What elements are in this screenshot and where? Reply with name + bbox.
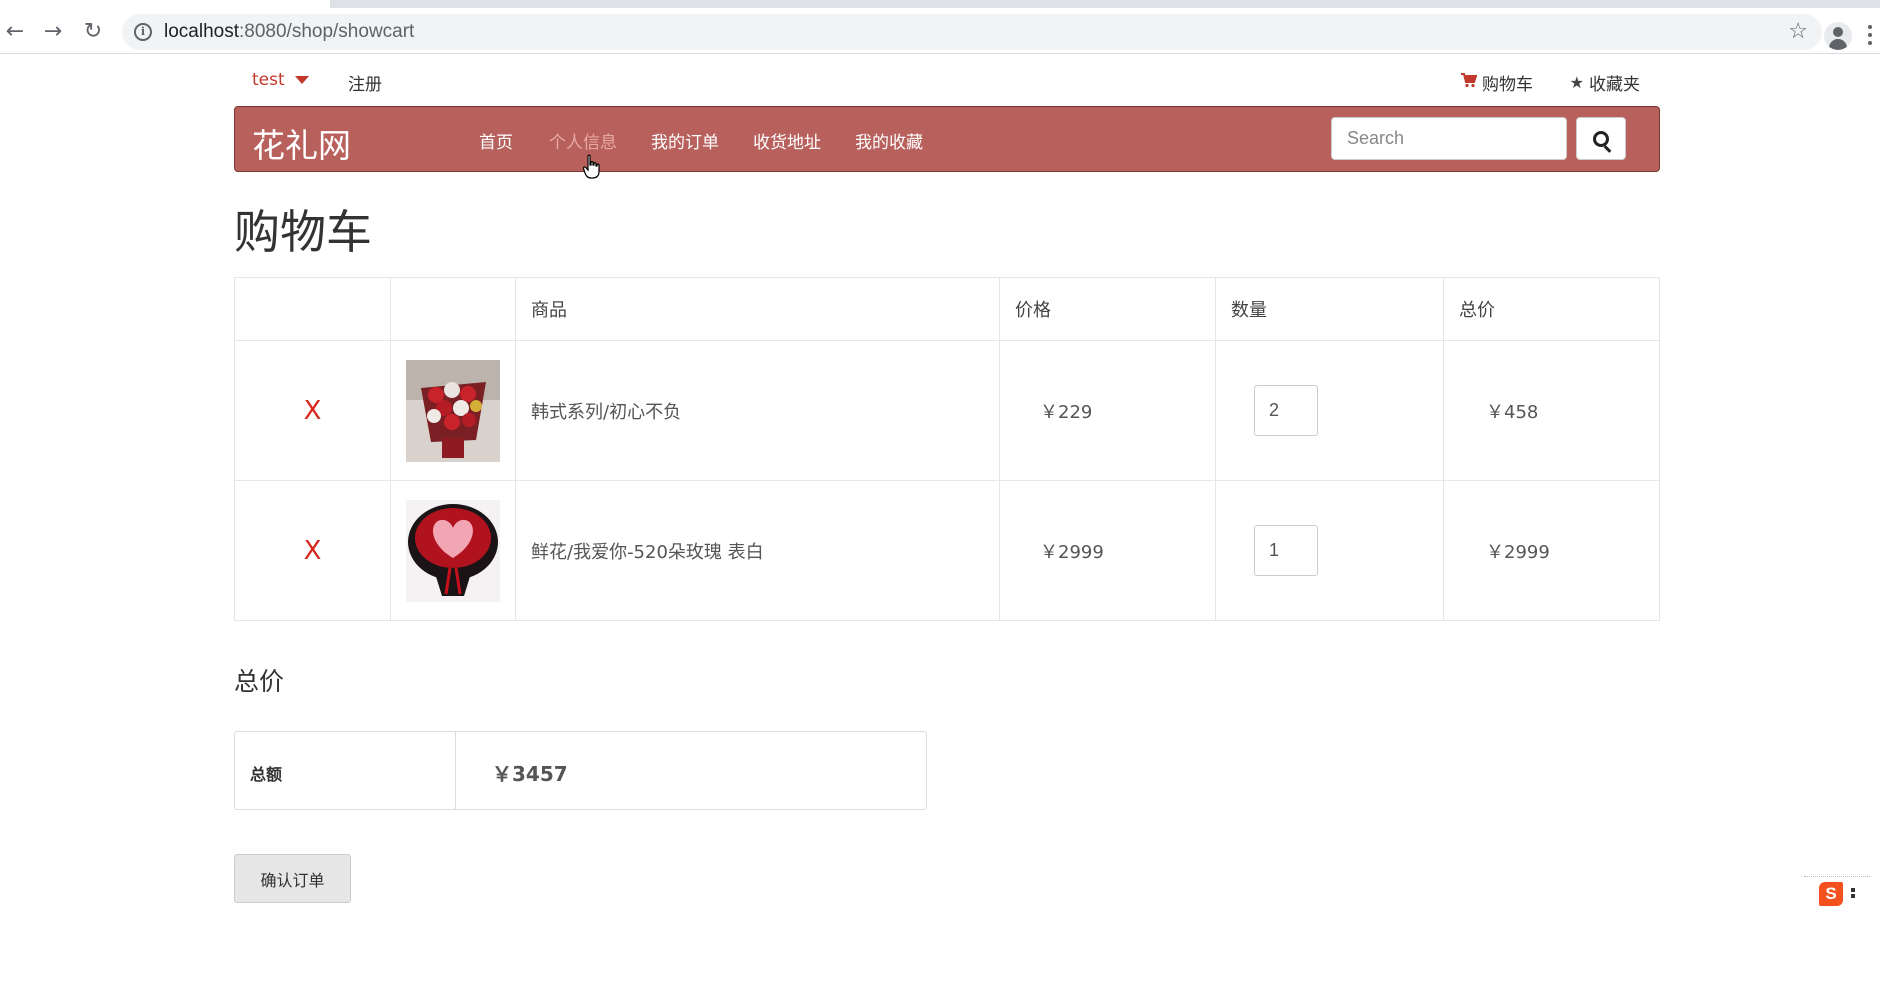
favorites-link-label: 收藏夹 (1589, 75, 1640, 95)
user-dropdown[interactable]: test (252, 70, 309, 90)
hand-cursor-icon (583, 154, 600, 179)
browser-tab-strip (0, 0, 1880, 8)
product-name[interactable]: 鲜花/我爱你-520朵玫瑰 表白 (515, 480, 1000, 621)
quantity-input[interactable] (1254, 385, 1318, 436)
main-navbar: 花礼网 首页 个人信息 我的订单 收货地址 我的收藏 (234, 106, 1660, 172)
cart-header-row: 商品 价格 数量 总价 (234, 277, 1660, 341)
url-text[interactable]: localhost:8080/shop/showcart (164, 21, 414, 43)
cart-link-label: 购物车 (1482, 75, 1533, 95)
forward-arrow-icon[interactable]: → (38, 16, 68, 46)
back-arrow-icon[interactable]: ← (0, 16, 30, 46)
search-input[interactable] (1331, 117, 1567, 160)
brand-logo[interactable]: 花礼网 (252, 119, 351, 167)
summary-table: 总额 ￥3457 (234, 731, 927, 810)
total-label: 总额 (235, 732, 456, 809)
quantity-input[interactable] (1254, 525, 1318, 576)
page-title: 购物车 (234, 205, 372, 259)
favorites-link[interactable]: ★ 收藏夹 (1570, 70, 1640, 95)
cart-link[interactable]: 购物车 (1461, 70, 1533, 95)
top-bar: test 注册 购物车 ★ 收藏夹 (234, 54, 1660, 106)
remove-item-button[interactable]: X (235, 396, 390, 426)
search-button[interactable] (1576, 117, 1626, 160)
total-amount: ￥3457 (492, 762, 568, 786)
username: test (252, 70, 285, 90)
register-link[interactable]: 注册 (348, 70, 382, 95)
caret-down-icon (294, 76, 309, 84)
product-image-heart-roses[interactable] (406, 499, 500, 602)
bookmark-star-icon[interactable]: ☆ (1788, 19, 1808, 44)
shopping-cart-icon (1461, 73, 1478, 92)
product-price: ￥2999 (999, 480, 1216, 621)
header-remove (234, 277, 391, 341)
confirm-order-button[interactable]: 确认订单 (234, 854, 351, 903)
browser-menu-icon[interactable] (1868, 22, 1874, 50)
product-price: ￥229 (999, 340, 1216, 481)
search-icon (1593, 130, 1609, 147)
row-subtotal: ￥2999 (1443, 480, 1660, 621)
profile-avatar-icon[interactable] (1824, 22, 1852, 50)
nav-orders[interactable]: 我的订单 (651, 128, 719, 153)
nav-favorites[interactable]: 我的收藏 (855, 128, 923, 153)
star-icon: ★ (1569, 73, 1584, 92)
browser-toolbar: ← → ↻ i localhost:8080/shop/showcart ☆ (0, 8, 1880, 54)
table-row: X 韩式系列/初心不负 ￥229 ￥458 (234, 340, 1660, 481)
remove-item-button[interactable]: X (235, 536, 390, 566)
nav-profile[interactable]: 个人信息 (549, 128, 617, 153)
reload-icon[interactable]: ↻ (78, 16, 108, 46)
address-bar[interactable]: i localhost:8080/shop/showcart ☆ (122, 14, 1822, 50)
ime-toolbar[interactable]: S (1804, 876, 1870, 910)
product-name[interactable]: 韩式系列/初心不负 (515, 340, 1000, 481)
header-total: 总价 (1443, 277, 1660, 341)
table-row: X 鲜花/我爱你-520朵玫瑰 表白 ￥2999 ￥2999 (234, 480, 1660, 621)
nav-home[interactable]: 首页 (479, 128, 513, 153)
info-icon[interactable]: i (134, 23, 152, 41)
product-image-roses-bouquet[interactable] (406, 359, 500, 462)
more-options-icon[interactable] (1851, 886, 1857, 902)
header-quantity: 数量 (1215, 277, 1444, 341)
page-container: test 注册 购物车 ★ 收藏夹 花礼网 首页 个人信息 我的订单 收货地址 … (234, 54, 1660, 903)
sogou-ime-icon[interactable]: S (1819, 881, 1843, 906)
summary-heading: 总价 (234, 667, 285, 696)
header-image (390, 277, 516, 341)
nav-address[interactable]: 收货地址 (753, 128, 821, 153)
cart-table: 商品 价格 数量 总价 X 韩式系列/初心不负 ￥229 2 ￥458 X 鲜花… (234, 277, 1660, 621)
header-product: 商品 (515, 277, 1000, 341)
row-subtotal: ￥458 (1443, 340, 1660, 481)
header-price: 价格 (999, 277, 1216, 341)
